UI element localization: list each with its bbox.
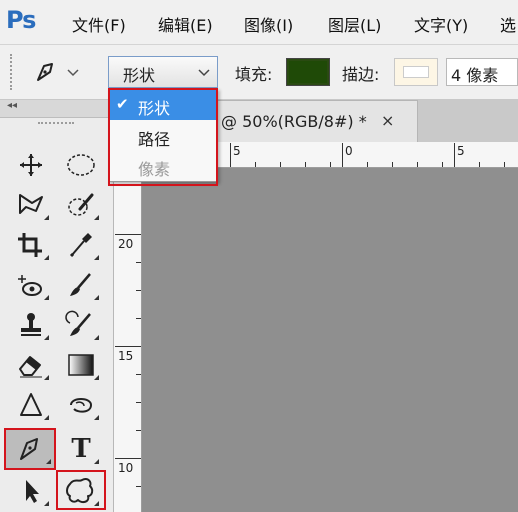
ruler-label: 5 [457,144,465,158]
type-tool-button[interactable]: T [60,430,102,468]
ruler-label: 10 [118,461,134,475]
collapse-panel-icon[interactable]: ◂◂ [7,100,17,111]
menu-select[interactable]: 选 [500,12,516,36]
spot-healing-icon [18,275,42,296]
vertical-ruler[interactable]: 20 15 10 [114,168,142,512]
blur-icon [20,393,42,416]
tool-mode-select[interactable]: 形状 [108,56,218,88]
crop-tool-button[interactable] [10,226,52,264]
tool-flyout-indicator [44,335,49,340]
menu-layer[interactable]: 图层(L) [328,12,381,36]
quick-selection-icon [68,193,94,216]
clone-stamp-icon [21,313,41,336]
eraser-icon [19,356,42,378]
tool-flyout-indicator [44,255,49,260]
arrow-pointer-icon [26,480,39,503]
dodge-tool-button[interactable] [60,386,102,424]
brush-icon [70,273,91,296]
history-brush-icon [65,310,91,336]
path-selection-tool-button[interactable] [10,472,52,510]
tool-flyout-indicator [94,215,99,220]
options-bar-grip[interactable] [10,54,14,90]
ellipse-marquee-icon [67,154,95,176]
brush-tool-button[interactable] [60,266,102,304]
tool-flyout-indicator [44,375,49,380]
tool-flyout-indicator [94,335,99,340]
elliptical-marquee-tool-button[interactable] [60,146,102,184]
stroke-width-input[interactable]: 4 像素 [446,58,518,86]
menu-image[interactable]: 图像(I) [244,12,293,36]
fill-color-swatch[interactable] [286,58,330,86]
app-logo: Ps [6,6,36,34]
annotation-box [4,428,56,470]
polygonal-lasso-tool-button[interactable] [10,186,52,224]
document-tab[interactable]: @ 50%(RGB/8#) * × [200,100,418,142]
close-icon[interactable]: × [381,111,394,130]
gradient-tool-button[interactable] [60,346,102,384]
move-tool-button[interactable] [10,146,52,184]
menu-edit[interactable]: 编辑(E) [158,12,213,36]
annotation-box [56,470,106,510]
annotation-box [108,88,218,186]
tool-flyout-indicator [44,501,49,506]
tool-flyout-indicator [94,459,99,464]
ruler-label: 15 [118,349,134,363]
stroke-color-preview [403,66,429,78]
toolbox-grip[interactable] [38,122,74,126]
document-canvas[interactable] [142,168,518,512]
gradient-icon [68,354,94,376]
clone-stamp-tool-button[interactable] [10,306,52,344]
fill-label: 填充: [235,65,273,84]
tool-flyout-indicator [94,415,99,420]
history-brush-tool-button[interactable] [60,306,102,344]
tool-flyout-indicator [94,375,99,380]
menu-file[interactable]: 文件(F) [72,12,126,36]
eyedropper-icon [69,233,92,258]
fill-color-preview [289,61,327,83]
tool-flyout-indicator [44,415,49,420]
ruler-label: 5 [233,144,241,158]
spot-healing-tool-button[interactable] [10,266,52,304]
crop-icon [18,233,42,257]
ruler-label: 0 [345,144,353,158]
document-tab-title: @ 50%(RGB/8#) * [221,112,367,131]
dodge-icon [70,398,93,413]
eyedropper-tool-button[interactable] [60,226,102,264]
blur-tool-button[interactable] [10,386,52,424]
stroke-color-swatch[interactable] [394,58,438,86]
tool-flyout-indicator [44,295,49,300]
menu-type[interactable]: 文字(Y) [414,12,468,36]
pen-icon [37,63,79,81]
tool-mode-value: 形状 [123,66,156,85]
polygonal-lasso-icon [19,194,43,214]
stroke-label: 描边: [342,65,380,84]
quick-selection-tool-button[interactable] [60,186,102,224]
tool-flyout-indicator [44,215,49,220]
tool-preset-picker[interactable] [30,58,90,88]
chevron-down-icon [197,59,211,89]
move-icon [20,154,42,176]
eraser-tool-button[interactable] [10,346,52,384]
ruler-label: 20 [118,237,134,251]
tool-flyout-indicator [94,295,99,300]
tool-flyout-indicator [94,255,99,260]
type-icon: T [71,434,91,464]
toolbox-header[interactable] [0,100,114,118]
